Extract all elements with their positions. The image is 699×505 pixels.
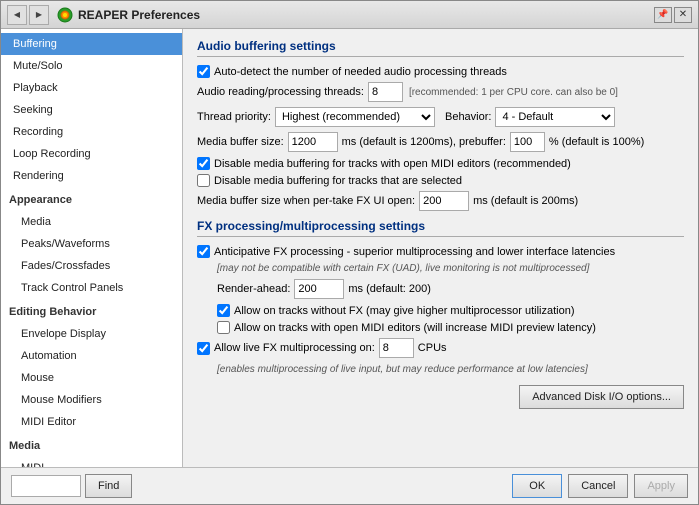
allow-with-midi-row: Allow on tracks with open MIDI editors (…: [217, 321, 684, 334]
forward-button[interactable]: ▶: [29, 5, 49, 25]
allow-without-fx-row: Allow on tracks without FX (may give hig…: [217, 304, 684, 317]
per-take-input[interactable]: [419, 191, 469, 211]
sidebar-item-buffering[interactable]: Buffering: [1, 33, 182, 55]
live-multiprocessing-label: Allow live FX multiprocessing on:: [214, 342, 375, 354]
allow-with-midi-label: Allow on tracks with open MIDI editors (…: [234, 322, 596, 334]
sidebar-item-peaks-waveforms[interactable]: Peaks/Waveforms: [1, 233, 182, 255]
auto-detect-row: Auto-detect the number of needed audio p…: [197, 65, 684, 78]
sidebar-item-track-control-panels[interactable]: Track Control Panels: [1, 277, 182, 299]
live-note: [enables multiprocessing of live input, …: [217, 364, 588, 375]
per-take-row: Media buffer size when per-take FX UI op…: [197, 191, 684, 211]
sidebar-item-envelope-display[interactable]: Envelope Display: [1, 323, 182, 345]
sidebar-item-recording[interactable]: Recording: [1, 121, 182, 143]
live-multiprocessing-checkbox[interactable]: [197, 342, 210, 355]
thread-priority-select[interactable]: Highest (recommended) High Normal Low: [275, 107, 435, 127]
render-ahead-row: Render-ahead: ms (default: 200): [217, 279, 684, 299]
behavior-select[interactable]: 4 - Default 1 2 3: [495, 107, 615, 127]
anticipative-label: Anticipative FX processing - superior mu…: [214, 246, 615, 258]
threads-row: Audio reading/processing threads: [recom…: [197, 82, 684, 102]
media-buffer-row: Media buffer size: ms (default is 1200ms…: [197, 132, 684, 152]
allow-without-fx-checkbox[interactable]: [217, 304, 230, 317]
sidebar-item-rendering[interactable]: Rendering: [1, 165, 182, 187]
section-title: Audio buffering settings: [197, 39, 684, 57]
sidebar-item-playback[interactable]: Playback: [1, 77, 182, 99]
anticipative-checkbox[interactable]: [197, 245, 210, 258]
adv-disk-row: Advanced Disk I/O options...: [197, 385, 684, 409]
auto-detect-checkbox[interactable]: [197, 65, 210, 78]
window-title: REAPER Preferences: [78, 8, 654, 22]
bottom-right: OK Cancel Apply: [512, 474, 688, 498]
main-content: Buffering Mute/Solo Playback Seeking Rec…: [1, 29, 698, 467]
fx-section-title: FX processing/multiprocessing settings: [197, 219, 684, 237]
cancel-button[interactable]: Cancel: [568, 474, 628, 498]
main-panel: Audio buffering settings Auto-detect the…: [183, 29, 698, 467]
thread-priority-label: Thread priority:: [197, 111, 271, 123]
sidebar-item-midi-editor[interactable]: MIDI Editor: [1, 411, 182, 433]
per-take-note: ms (default is 200ms): [473, 195, 578, 207]
sidebar-section-appearance: Appearance: [1, 187, 182, 211]
per-take-label: Media buffer size when per-take FX UI op…: [197, 195, 415, 207]
find-button[interactable]: Find: [85, 474, 132, 498]
behavior-label: Behavior:: [445, 111, 491, 123]
sidebar: Buffering Mute/Solo Playback Seeking Rec…: [1, 29, 183, 467]
disable-midi-editors-label: Disable media buffering for tracks with …: [214, 158, 571, 170]
allow-without-fx-label: Allow on tracks without FX (may give hig…: [234, 305, 575, 317]
back-button[interactable]: ◀: [7, 5, 27, 25]
auto-detect-label: Auto-detect the number of needed audio p…: [214, 66, 507, 78]
sidebar-item-midi[interactable]: MIDI: [1, 457, 182, 467]
media-buffer-label: Media buffer size:: [197, 136, 284, 148]
fx-section: FX processing/multiprocessing settings A…: [197, 219, 684, 409]
anticipative-row: Anticipative FX processing - superior mu…: [197, 245, 684, 258]
anticipative-note-row: [may not be compatible with certain FX (…: [217, 262, 684, 274]
sidebar-item-mouse[interactable]: Mouse: [1, 367, 182, 389]
disable-midi-editors-checkbox[interactable]: [197, 157, 210, 170]
titlebar: ◀ ▶ REAPER Preferences 📌 ✕: [1, 1, 698, 29]
prebuffer-note: % (default is 100%): [549, 136, 644, 148]
cpus-label: CPUs: [418, 342, 447, 354]
live-note-row: [enables multiprocessing of live input, …: [217, 363, 684, 375]
disable-midi-editors-row: Disable media buffering for tracks with …: [197, 157, 684, 170]
nav-controls: ◀ ▶: [7, 5, 49, 25]
disable-selected-row: Disable media buffering for tracks that …: [197, 174, 684, 187]
apply-button[interactable]: Apply: [634, 474, 688, 498]
render-ahead-input[interactable]: [294, 279, 344, 299]
sidebar-item-mouse-modifiers[interactable]: Mouse Modifiers: [1, 389, 182, 411]
threads-label: Audio reading/processing threads:: [197, 86, 364, 98]
ok-button[interactable]: OK: [512, 474, 562, 498]
live-multiprocessing-row: Allow live FX multiprocessing on: CPUs: [197, 338, 684, 358]
close-button[interactable]: ✕: [674, 7, 692, 23]
sidebar-item-fades-crossfades[interactable]: Fades/Crossfades: [1, 255, 182, 277]
sidebar-item-seeking[interactable]: Seeking: [1, 99, 182, 121]
render-ahead-note: ms (default: 200): [348, 283, 431, 295]
sidebar-section-media2: Media: [1, 433, 182, 457]
bottom-left: Find: [11, 474, 132, 498]
preferences-window: ◀ ▶ REAPER Preferences 📌 ✕ Buffering Mut…: [0, 0, 699, 505]
app-logo: [57, 7, 73, 23]
render-ahead-label: Render-ahead:: [217, 283, 290, 295]
bottom-bar: Find OK Cancel Apply: [1, 467, 698, 504]
cpus-input[interactable]: [379, 338, 414, 358]
media-buffer-note: ms (default is 1200ms), prebuffer:: [342, 136, 506, 148]
prebuffer-input[interactable]: [510, 132, 545, 152]
sidebar-item-media[interactable]: Media: [1, 211, 182, 233]
window-controls: 📌 ✕: [654, 7, 692, 23]
threads-input[interactable]: [368, 82, 403, 102]
disable-selected-checkbox[interactable]: [197, 174, 210, 187]
allow-with-midi-checkbox[interactable]: [217, 321, 230, 334]
anticipative-note: [may not be compatible with certain FX (…: [217, 263, 589, 274]
thread-priority-row: Thread priority: Highest (recommended) H…: [197, 107, 684, 127]
sidebar-item-loop-recording[interactable]: Loop Recording: [1, 143, 182, 165]
sidebar-item-mute-solo[interactable]: Mute/Solo: [1, 55, 182, 77]
sidebar-item-automation[interactable]: Automation: [1, 345, 182, 367]
sidebar-section-editing: Editing Behavior: [1, 299, 182, 323]
threads-note: [recommended: 1 per CPU core. can also b…: [409, 87, 618, 98]
adv-disk-button[interactable]: Advanced Disk I/O options...: [519, 385, 684, 409]
search-input[interactable]: [11, 475, 81, 497]
pin-button[interactable]: 📌: [654, 7, 672, 23]
disable-selected-label: Disable media buffering for tracks that …: [214, 175, 462, 187]
media-buffer-input[interactable]: [288, 132, 338, 152]
